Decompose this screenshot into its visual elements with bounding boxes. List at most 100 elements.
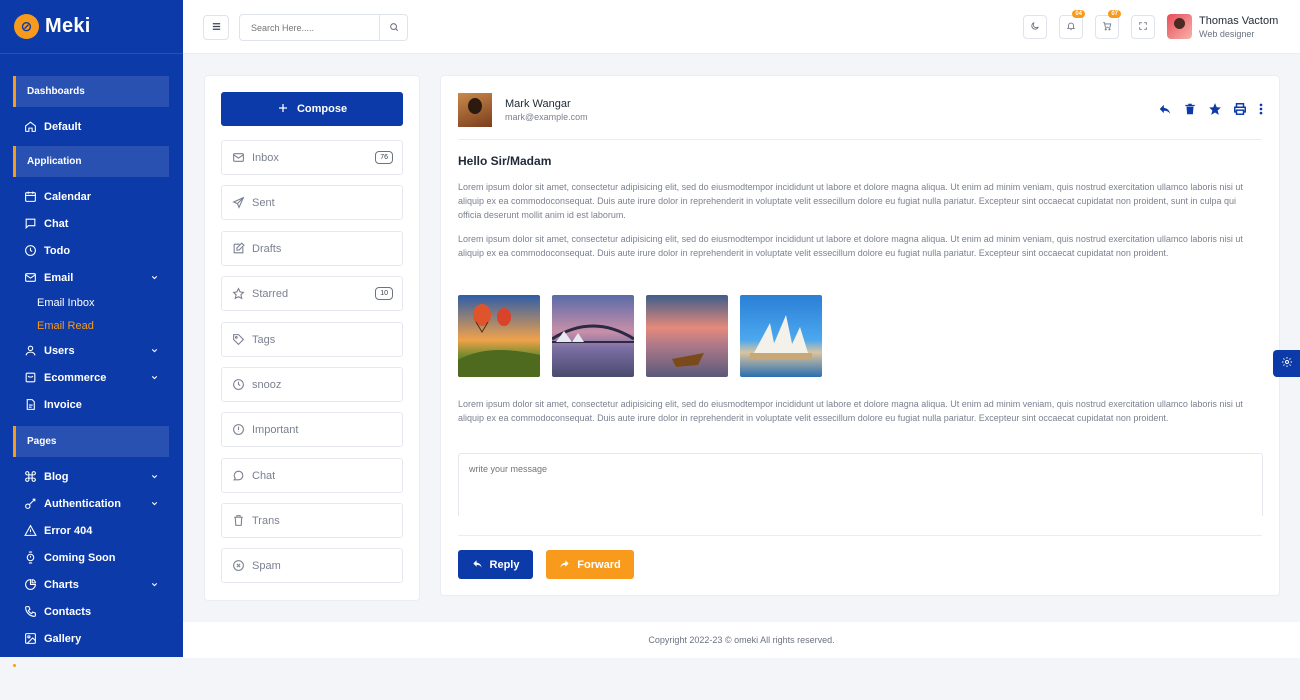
command-icon bbox=[24, 470, 37, 483]
sidebar-item-authentication[interactable]: Authentication bbox=[0, 490, 183, 517]
mail-read-panel: Mark Wangar mark@example.com Hello Sir/M… bbox=[440, 75, 1280, 596]
folder-sent[interactable]: Sent bbox=[221, 185, 403, 220]
trash-icon[interactable] bbox=[1183, 102, 1197, 116]
sidebar-item-contacts[interactable]: Contacts bbox=[0, 598, 183, 625]
cart-button[interactable]: 07 bbox=[1095, 10, 1121, 39]
avatar bbox=[1167, 14, 1192, 39]
section-pages: Pages bbox=[13, 426, 169, 457]
brand-logo-icon: ⊘ bbox=[14, 14, 39, 39]
mail-subject: Hello Sir/Madam bbox=[458, 154, 552, 168]
plus-icon bbox=[277, 102, 289, 117]
sidebar-item-default[interactable]: Default bbox=[0, 113, 183, 140]
bell-icon bbox=[1066, 18, 1076, 36]
sidebar-item-email[interactable]: Email bbox=[0, 264, 183, 291]
warning-icon bbox=[24, 524, 37, 537]
bag-icon bbox=[24, 371, 37, 384]
user-profile[interactable]: Thomas Vactom Web designer bbox=[1167, 14, 1278, 39]
sidebar-item-todo[interactable]: Todo bbox=[0, 237, 183, 264]
sidebar-item-label: Users bbox=[44, 344, 75, 357]
folder-important[interactable]: Important bbox=[221, 412, 403, 447]
folder-snooz[interactable]: snooz bbox=[221, 367, 403, 402]
section-dashboards: Dashboards bbox=[13, 76, 169, 107]
dark-mode-toggle[interactable] bbox=[1023, 15, 1047, 39]
message-input[interactable] bbox=[458, 453, 1263, 516]
chat-icon bbox=[232, 469, 245, 482]
fullscreen-button[interactable] bbox=[1131, 15, 1155, 39]
star-icon[interactable] bbox=[1208, 102, 1222, 116]
user-role: Web designer bbox=[1199, 28, 1255, 39]
folder-spam[interactable]: Spam bbox=[221, 548, 403, 583]
folder-label: Chat bbox=[252, 469, 276, 482]
moon-icon bbox=[1030, 18, 1040, 36]
folder-starred[interactable]: Starred 10 bbox=[221, 276, 403, 311]
folder-drafts[interactable]: Drafts bbox=[221, 231, 403, 266]
sidebar-item-users[interactable]: Users bbox=[0, 337, 183, 364]
sidebar-item-label: Calendar bbox=[44, 190, 92, 203]
sidebar-item-label: Authentication bbox=[44, 497, 121, 510]
folder-label: Starred bbox=[252, 287, 289, 300]
mail-attachments bbox=[458, 295, 822, 377]
divider bbox=[458, 535, 1262, 536]
sidebar-item-blog[interactable]: Blog bbox=[0, 463, 183, 490]
attachment-image-opera-house[interactable] bbox=[740, 295, 822, 377]
watch-icon bbox=[24, 551, 37, 564]
print-icon[interactable] bbox=[1233, 102, 1247, 116]
divider bbox=[458, 139, 1262, 140]
search-button[interactable] bbox=[379, 15, 407, 40]
edit-icon bbox=[232, 242, 245, 255]
sidebar-subitem-email-read[interactable]: Email Read bbox=[0, 314, 183, 337]
topbar: 04 07 Thomas Vactom Web designer bbox=[183, 0, 1300, 54]
notifications-button[interactable]: 04 bbox=[1059, 10, 1085, 39]
sidebar-item-ecommerce[interactable]: Ecommerce bbox=[0, 364, 183, 391]
folder-inbox[interactable]: Inbox 76 bbox=[221, 140, 403, 175]
mail-paragraph: Lorem ipsum dolor sit amet, consectetur … bbox=[458, 399, 1243, 423]
user-icon bbox=[24, 344, 37, 357]
phone-icon bbox=[24, 605, 37, 618]
sidebar-item-chat[interactable]: Chat bbox=[0, 210, 183, 237]
reply-icon[interactable] bbox=[1158, 102, 1172, 116]
menu-toggle-button[interactable] bbox=[203, 15, 229, 40]
attachment-image-balloons[interactable] bbox=[458, 295, 540, 377]
sidebar-item-coming-soon[interactable]: Coming Soon bbox=[0, 544, 183, 571]
sidebar-item-calendar[interactable]: Calendar bbox=[0, 183, 183, 210]
brand[interactable]: ⊘ Meki bbox=[0, 0, 183, 54]
reply-icon bbox=[472, 558, 483, 572]
sidebar-item-invoice[interactable]: Invoice bbox=[0, 391, 183, 418]
sidebar-subitem-email-inbox[interactable]: Email Inbox bbox=[0, 291, 183, 314]
mail-folders-panel: Compose Inbox 76 Sent Drafts Starred 10 … bbox=[204, 75, 420, 601]
reply-button[interactable]: Reply bbox=[458, 550, 533, 579]
mail-icon bbox=[24, 271, 37, 284]
sidebar-item-label: Email bbox=[44, 271, 74, 284]
key-icon bbox=[24, 497, 37, 510]
sender-name: Mark Wangar bbox=[505, 98, 571, 110]
scroll-indicator bbox=[13, 664, 16, 667]
mail-paragraph: Lorem ipsum dolor sit amet, consectetur … bbox=[458, 182, 1243, 220]
compose-button[interactable]: Compose bbox=[221, 92, 403, 126]
image-icon bbox=[24, 632, 37, 645]
trash-icon bbox=[232, 514, 245, 527]
mail-sender: Mark Wangar mark@example.com bbox=[458, 93, 588, 127]
folder-count-badge: 76 bbox=[375, 151, 393, 164]
search-input[interactable] bbox=[240, 15, 379, 40]
sidebar-item-label: Default bbox=[44, 120, 82, 133]
search-box bbox=[239, 14, 408, 41]
cart-badge: 07 bbox=[1108, 10, 1121, 18]
folder-chat[interactable]: Chat bbox=[221, 458, 403, 493]
x-circle-icon bbox=[232, 559, 245, 572]
sidebar-item-charts[interactable]: Charts bbox=[0, 571, 183, 598]
clock-icon bbox=[24, 244, 37, 257]
sidebar-item-gallery[interactable]: Gallery bbox=[0, 625, 183, 652]
file-icon bbox=[24, 398, 37, 411]
settings-button[interactable] bbox=[1273, 350, 1300, 377]
alert-icon bbox=[232, 423, 245, 436]
sidebar-item-label: Coming Soon bbox=[44, 551, 116, 564]
calendar-icon bbox=[24, 190, 37, 203]
forward-button[interactable]: Forward bbox=[546, 550, 634, 579]
sidebar-item-error-404[interactable]: Error 404 bbox=[0, 517, 183, 544]
folder-count-badge: 10 bbox=[375, 287, 393, 300]
folder-tags[interactable]: Tags bbox=[221, 322, 403, 357]
more-vertical-icon[interactable] bbox=[1258, 102, 1264, 116]
folder-trans[interactable]: Trans bbox=[221, 503, 403, 538]
attachment-image-harbour[interactable] bbox=[552, 295, 634, 377]
attachment-image-boat[interactable] bbox=[646, 295, 728, 377]
